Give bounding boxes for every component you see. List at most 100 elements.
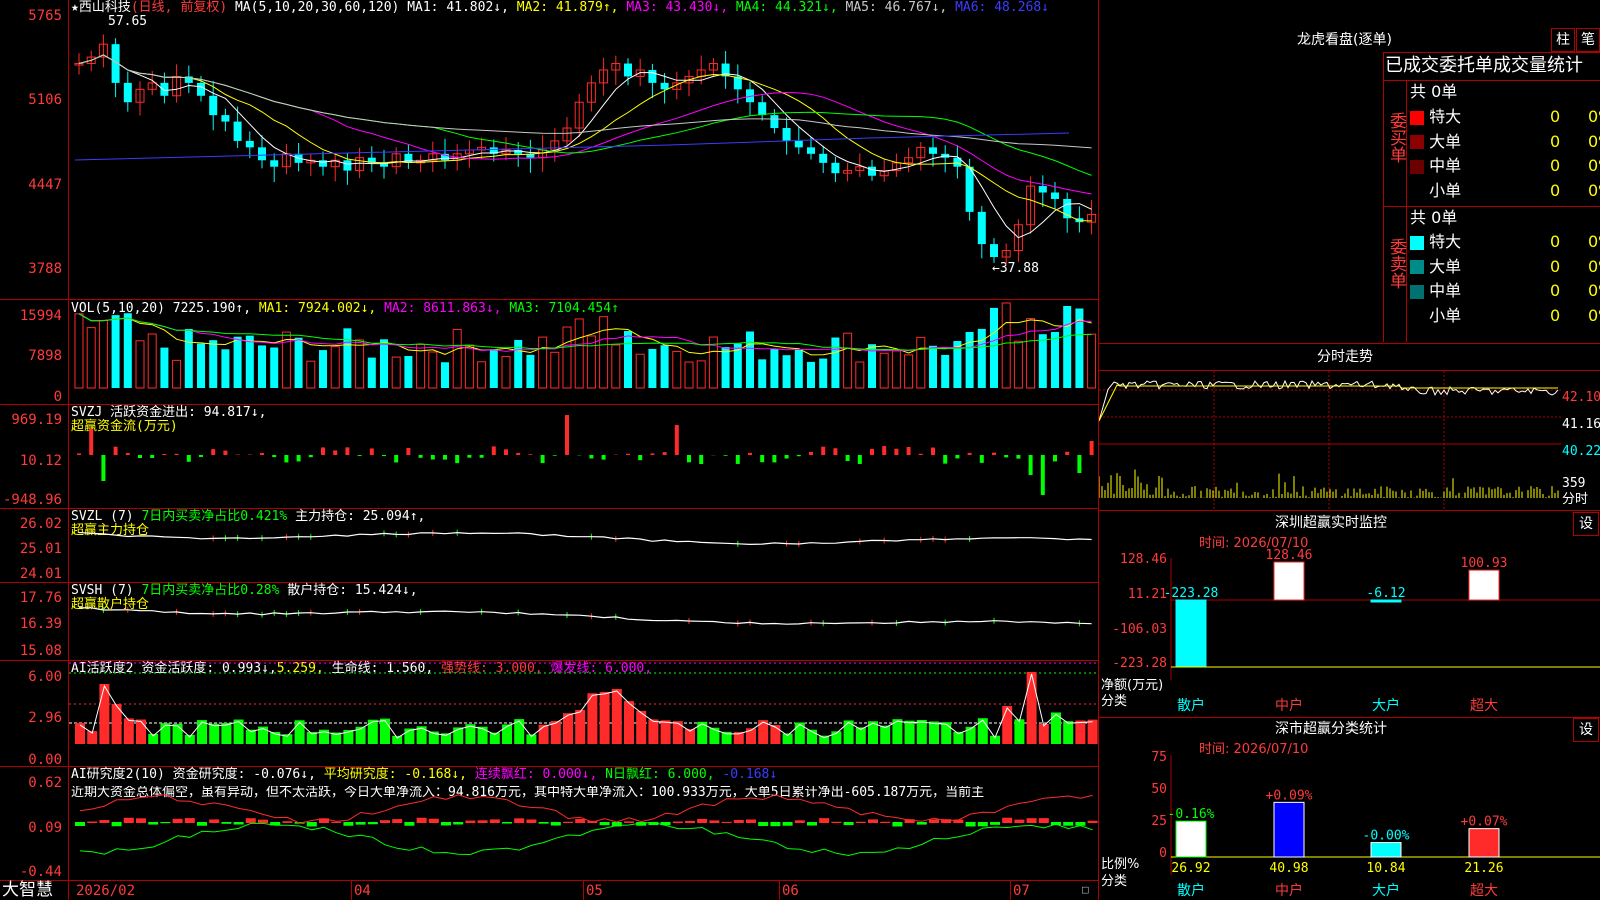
flow-bar xyxy=(565,415,569,455)
flow-bar xyxy=(467,455,472,458)
flow-bar xyxy=(992,452,996,455)
volume-bar xyxy=(233,336,242,388)
volume-bar xyxy=(526,354,535,388)
brand-logo[interactable]: 大智慧 xyxy=(2,881,53,900)
svzl-chart[interactable] xyxy=(69,509,1098,582)
activity-bar xyxy=(209,723,220,744)
flow-bar xyxy=(418,455,423,458)
volume-bar xyxy=(197,343,205,388)
buy-orders-label: 委买单 xyxy=(1386,112,1406,163)
flow-bar xyxy=(906,447,911,455)
ai2-axis-label: 0.09 xyxy=(28,820,62,836)
research-bar xyxy=(123,817,134,823)
research-bar xyxy=(892,822,903,827)
activity-bar xyxy=(1014,719,1025,744)
chart-area[interactable]: ★西山科技(日线, 前复权) MA(5,10,20,30,60,120) MA1… xyxy=(0,0,1099,900)
flow-bar xyxy=(430,455,435,460)
flow-bar xyxy=(699,455,704,464)
monitor-value: 100.93 xyxy=(1461,556,1508,571)
research-bar xyxy=(477,820,488,823)
class-axis-label: 25 xyxy=(1151,814,1167,829)
category-label: 大户 xyxy=(1372,882,1400,899)
monitor-bar xyxy=(1273,561,1305,601)
order-pct: 0% xyxy=(1588,180,1600,200)
volume-chart[interactable] xyxy=(69,300,1098,404)
class-value: 21.26 xyxy=(1464,861,1503,876)
flow-bar xyxy=(552,455,557,456)
sell-total: 共 0单 xyxy=(1410,208,1458,227)
order-size-label: 大单 xyxy=(1424,256,1462,276)
ma1-line xyxy=(78,54,1092,239)
flow-bar xyxy=(333,450,338,455)
class-change: -0.16% xyxy=(1168,807,1215,822)
buy-total: 共 0单 xyxy=(1410,82,1458,101)
activity-bar xyxy=(172,723,183,744)
activity-bar xyxy=(123,718,134,744)
candle xyxy=(221,115,230,122)
research-bar xyxy=(599,822,610,826)
svsh-chart[interactable] xyxy=(69,583,1098,660)
bar-view-button[interactable]: 柱 xyxy=(1551,28,1575,52)
research-bar xyxy=(87,821,98,823)
lock-icon[interactable]: □ xyxy=(1082,883,1089,897)
candle xyxy=(319,160,327,167)
color-swatch xyxy=(1410,284,1424,299)
research-bar xyxy=(441,822,451,826)
research-bar xyxy=(733,819,744,823)
research-bar xyxy=(575,818,586,823)
research-bar xyxy=(148,822,159,825)
order-pct: 0% xyxy=(1588,281,1600,300)
research-bar xyxy=(75,822,85,827)
monitor-axis-label: 11.21 xyxy=(1128,587,1167,602)
intraday-title: 分时走势 xyxy=(1317,349,1373,365)
volume-bar xyxy=(891,350,901,389)
research-bar xyxy=(721,821,732,823)
order-count: 0 xyxy=(1550,232,1561,251)
category-label: 中户 xyxy=(1275,697,1303,714)
activity-bar xyxy=(1063,721,1074,744)
date-label: 06 xyxy=(782,883,799,899)
activity-bar xyxy=(599,691,610,744)
date-tick xyxy=(779,880,780,900)
intraday-tab[interactable]: 分时 xyxy=(1562,493,1588,507)
activity-line xyxy=(79,673,1093,739)
flow-bar xyxy=(674,425,679,455)
research-bar xyxy=(221,822,232,824)
ai1-chart[interactable] xyxy=(69,661,1098,766)
svzj-chart[interactable] xyxy=(69,405,1098,508)
ai1-axis-label: 2.96 xyxy=(28,710,62,726)
flow-bar xyxy=(650,453,655,455)
tick-view-button[interactable]: 笔 xyxy=(1576,28,1600,52)
class-axis-label: 75 xyxy=(1151,750,1167,765)
ai2-chart[interactable] xyxy=(69,767,1098,880)
flow-bar xyxy=(857,455,862,464)
volume-bar xyxy=(123,313,132,388)
svzj-axis-label: 10.12 xyxy=(19,453,62,469)
flow-bar xyxy=(382,455,386,457)
research-bar xyxy=(916,822,927,825)
volume-bar xyxy=(1051,331,1059,388)
main-position-line xyxy=(78,531,1092,546)
sell-row: 中单 0 0% xyxy=(1410,279,1600,303)
volume-bar xyxy=(648,348,657,388)
candle xyxy=(258,147,266,161)
volume-bar xyxy=(746,331,754,388)
monitor-chart[interactable]: 128.46 11.21 -106.03 -223.28 -223.28 散户 128.46… xyxy=(1099,530,1600,720)
date-tick xyxy=(351,880,352,900)
category-label: 超大 xyxy=(1470,883,1498,899)
volume-bar xyxy=(209,340,218,388)
research-bar xyxy=(489,819,500,823)
monitor-title: 深圳超赢实时监控 xyxy=(1275,515,1387,531)
activity-bar xyxy=(1026,672,1037,744)
price-chart[interactable] xyxy=(69,0,1098,299)
research-bar xyxy=(880,821,891,823)
volume-bar xyxy=(245,335,254,388)
intraday-chart[interactable] xyxy=(1099,371,1561,510)
order-count: 0 xyxy=(1550,131,1561,151)
volume-bar xyxy=(270,347,279,388)
class-chart[interactable]: 75 50 25 0 -0.16% 26.92 散户 +0.09% 40.98 中户 -0.00% 1… xyxy=(1099,735,1600,900)
color-swatch xyxy=(1410,110,1424,125)
class-bar xyxy=(1273,801,1305,858)
flow-bar xyxy=(662,452,667,455)
research-bar xyxy=(258,819,268,823)
